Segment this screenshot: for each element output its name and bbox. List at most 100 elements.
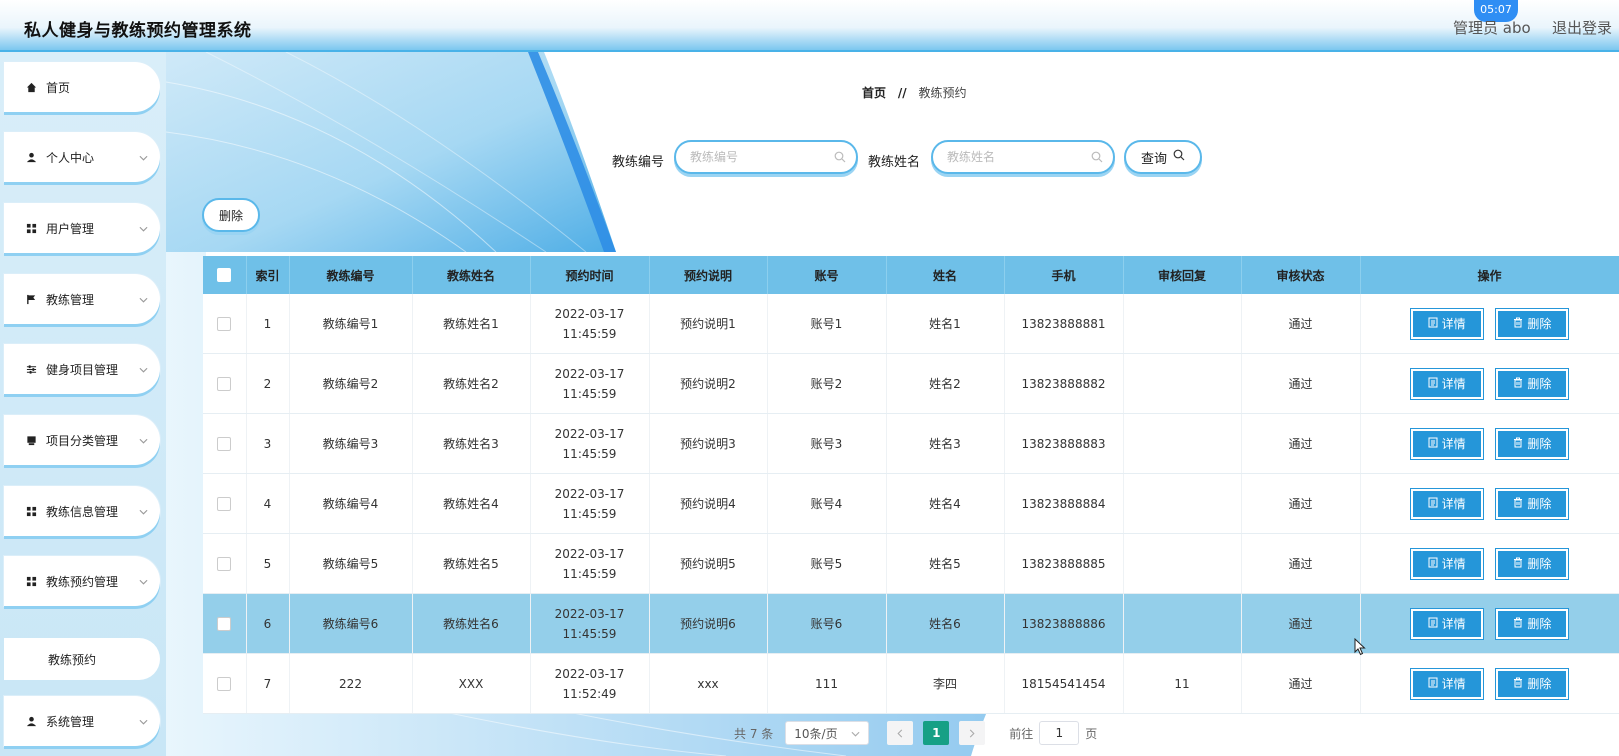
cell-coach-name: 教练姓名1 bbox=[412, 294, 531, 354]
delete-button[interactable]: 删除 bbox=[1495, 547, 1570, 580]
delete-button[interactable]: 删除 bbox=[1495, 427, 1570, 460]
row-checkbox[interactable] bbox=[217, 497, 232, 511]
logout-link[interactable]: 退出登录 bbox=[1552, 17, 1612, 38]
select-all-checkbox[interactable] bbox=[217, 268, 232, 283]
row-checkbox[interactable] bbox=[217, 677, 232, 691]
app-title: 私人健身与教练预约管理系统 bbox=[24, 21, 252, 41]
column-header: 手机 bbox=[1004, 256, 1124, 294]
trash-icon bbox=[1513, 614, 1523, 634]
cell-account: 账号4 bbox=[767, 473, 887, 534]
cell-desc: 预约说明2 bbox=[649, 353, 768, 414]
document-icon bbox=[1428, 674, 1438, 694]
column-header: 审核回复 bbox=[1123, 256, 1242, 294]
cell-reply: 11 bbox=[1123, 653, 1242, 714]
cell-index: 7 bbox=[246, 653, 290, 714]
detail-button[interactable]: 详情 bbox=[1409, 547, 1484, 580]
user-icon bbox=[24, 716, 38, 727]
delete-button-label: 删除 bbox=[1527, 616, 1552, 631]
detail-button[interactable]: 详情 bbox=[1409, 667, 1484, 700]
row-checkbox[interactable] bbox=[217, 437, 232, 451]
sidebar-item-personal-center[interactable]: 个人中心 bbox=[4, 132, 160, 182]
row-checkbox[interactable] bbox=[217, 317, 232, 331]
detail-button-label: 详情 bbox=[1441, 616, 1466, 631]
cell-reply bbox=[1123, 593, 1242, 654]
chevron-down-icon bbox=[139, 292, 148, 306]
sidebar-item-system-management[interactable]: 系统管理 bbox=[4, 696, 160, 746]
query-button[interactable]: 查询 bbox=[1124, 140, 1202, 174]
coach-no-input[interactable] bbox=[688, 142, 842, 172]
cell-actions: 详情 删除 bbox=[1360, 533, 1619, 594]
detail-button[interactable]: 详情 bbox=[1409, 607, 1484, 640]
table-row[interactable]: 5 教练编号5 教练姓名5 2022-03-17 11:45:59 预约说明5 … bbox=[203, 533, 1619, 594]
goto-page-input[interactable]: 1 bbox=[1039, 721, 1080, 745]
cell-index: 3 bbox=[246, 413, 290, 474]
table-row[interactable]: 7 222 XXX 2022-03-17 11:52:49 xxx 111 李四… bbox=[203, 653, 1619, 714]
delete-button[interactable]: 删除 bbox=[1495, 607, 1570, 640]
sidebar-item-coach-info-management[interactable]: 教练信息管理 bbox=[4, 486, 160, 536]
sidebar-subitem-coach-booking[interactable]: 教练预约 bbox=[4, 638, 160, 680]
cell-status: 通过 bbox=[1241, 353, 1361, 414]
query-button-label: 查询 bbox=[1140, 151, 1167, 167]
cell-coach-no: 222 bbox=[289, 653, 413, 714]
row-checkbox[interactable] bbox=[217, 617, 232, 631]
box-icon bbox=[24, 435, 38, 446]
sidebar-item-home[interactable]: 首页 bbox=[4, 62, 160, 112]
table-row[interactable]: 2 教练编号2 教练姓名2 2022-03-17 11:45:59 预约说明2 … bbox=[203, 353, 1619, 414]
row-checkbox[interactable] bbox=[217, 377, 232, 391]
table-row[interactable]: 3 教练编号3 教练姓名3 2022-03-17 11:45:59 预约说明3 … bbox=[203, 413, 1619, 474]
cell-phone: 13823888884 bbox=[1004, 473, 1124, 534]
breadcrumb-home[interactable]: 首页 bbox=[862, 86, 886, 100]
delete-button[interactable]: 删除 bbox=[1495, 307, 1570, 340]
delete-button[interactable]: 删除 bbox=[1495, 367, 1570, 400]
page-size-select[interactable]: 10条/页 bbox=[785, 721, 870, 745]
cell-desc: 预约说明6 bbox=[649, 593, 768, 654]
booking-table: 索引 教练编号 教练姓名 预约时间 预约说明 账号 姓名 手机 审核回复 审核状… bbox=[203, 256, 1619, 714]
sidebar-item-project-category-management[interactable]: 项目分类管理 bbox=[4, 415, 160, 465]
bulk-delete-button[interactable]: 删除 bbox=[202, 198, 260, 232]
detail-button[interactable]: 详情 bbox=[1409, 427, 1484, 460]
cell-coach-name: 教练姓名4 bbox=[412, 473, 531, 534]
sidebar-item-label: 首页 bbox=[46, 80, 71, 95]
prev-page-button[interactable] bbox=[887, 721, 914, 745]
cell-actions: 详情 删除 bbox=[1360, 593, 1619, 654]
detail-button[interactable]: 详情 bbox=[1409, 487, 1484, 520]
cell-actions: 详情 删除 bbox=[1360, 294, 1619, 354]
chevron-down-icon bbox=[139, 433, 148, 447]
flag-icon bbox=[24, 294, 38, 305]
detail-button[interactable]: 详情 bbox=[1409, 307, 1484, 340]
delete-button-label: 删除 bbox=[1527, 556, 1552, 571]
column-header: 姓名 bbox=[886, 256, 1005, 294]
cell-name: 姓名2 bbox=[886, 353, 1005, 414]
table-row[interactable]: 6 教练编号6 教练姓名6 2022-03-17 11:45:59 预约说明6 … bbox=[203, 593, 1619, 654]
detail-button[interactable]: 详情 bbox=[1409, 367, 1484, 400]
cell-coach-no: 教练编号4 bbox=[289, 473, 413, 534]
table-row[interactable]: 1 教练编号1 教练姓名1 2022-03-17 11:45:59 预约说明1 … bbox=[203, 294, 1619, 354]
document-icon bbox=[1428, 374, 1438, 394]
delete-button[interactable]: 删除 bbox=[1495, 667, 1570, 700]
page-number-current[interactable]: 1 bbox=[923, 721, 950, 745]
sidebar-item-fitness-project-management[interactable]: 健身项目管理 bbox=[4, 344, 160, 394]
row-checkbox[interactable] bbox=[217, 557, 232, 571]
next-page-button[interactable] bbox=[959, 721, 986, 745]
coach-name-input[interactable] bbox=[945, 142, 1099, 172]
delete-button-label: 删除 bbox=[1527, 436, 1552, 451]
cell-time: 2022-03-17 11:45:59 bbox=[530, 353, 650, 414]
trash-icon bbox=[1513, 494, 1523, 514]
delete-button[interactable]: 删除 bbox=[1495, 487, 1570, 520]
cell-coach-name: XXX bbox=[412, 653, 531, 714]
user-icon bbox=[24, 152, 38, 163]
cell-account: 账号5 bbox=[767, 533, 887, 594]
document-icon bbox=[1428, 314, 1438, 334]
table-row[interactable]: 4 教练编号4 教练姓名4 2022-03-17 11:45:59 预约说明4 … bbox=[203, 473, 1619, 534]
detail-button-label: 详情 bbox=[1441, 436, 1466, 451]
cell-status: 通过 bbox=[1241, 653, 1361, 714]
page-unit-label: 页 bbox=[1085, 726, 1098, 741]
sidebar-item-coach-management[interactable]: 教练管理 bbox=[4, 274, 160, 324]
document-icon bbox=[1428, 554, 1438, 574]
cell-coach-no: 教练编号3 bbox=[289, 413, 413, 474]
sidebar-item-user-management[interactable]: 用户管理 bbox=[4, 203, 160, 253]
sidebar-item-label: 教练管理 bbox=[46, 292, 95, 307]
sidebar-item-coach-booking-management[interactable]: 教练预约管理 bbox=[4, 556, 160, 606]
top-header: 私人健身与教练预约管理系统 05:07 管理员 abo 退出登录 bbox=[0, 0, 1619, 52]
cell-time: 2022-03-17 11:45:59 bbox=[530, 473, 650, 534]
